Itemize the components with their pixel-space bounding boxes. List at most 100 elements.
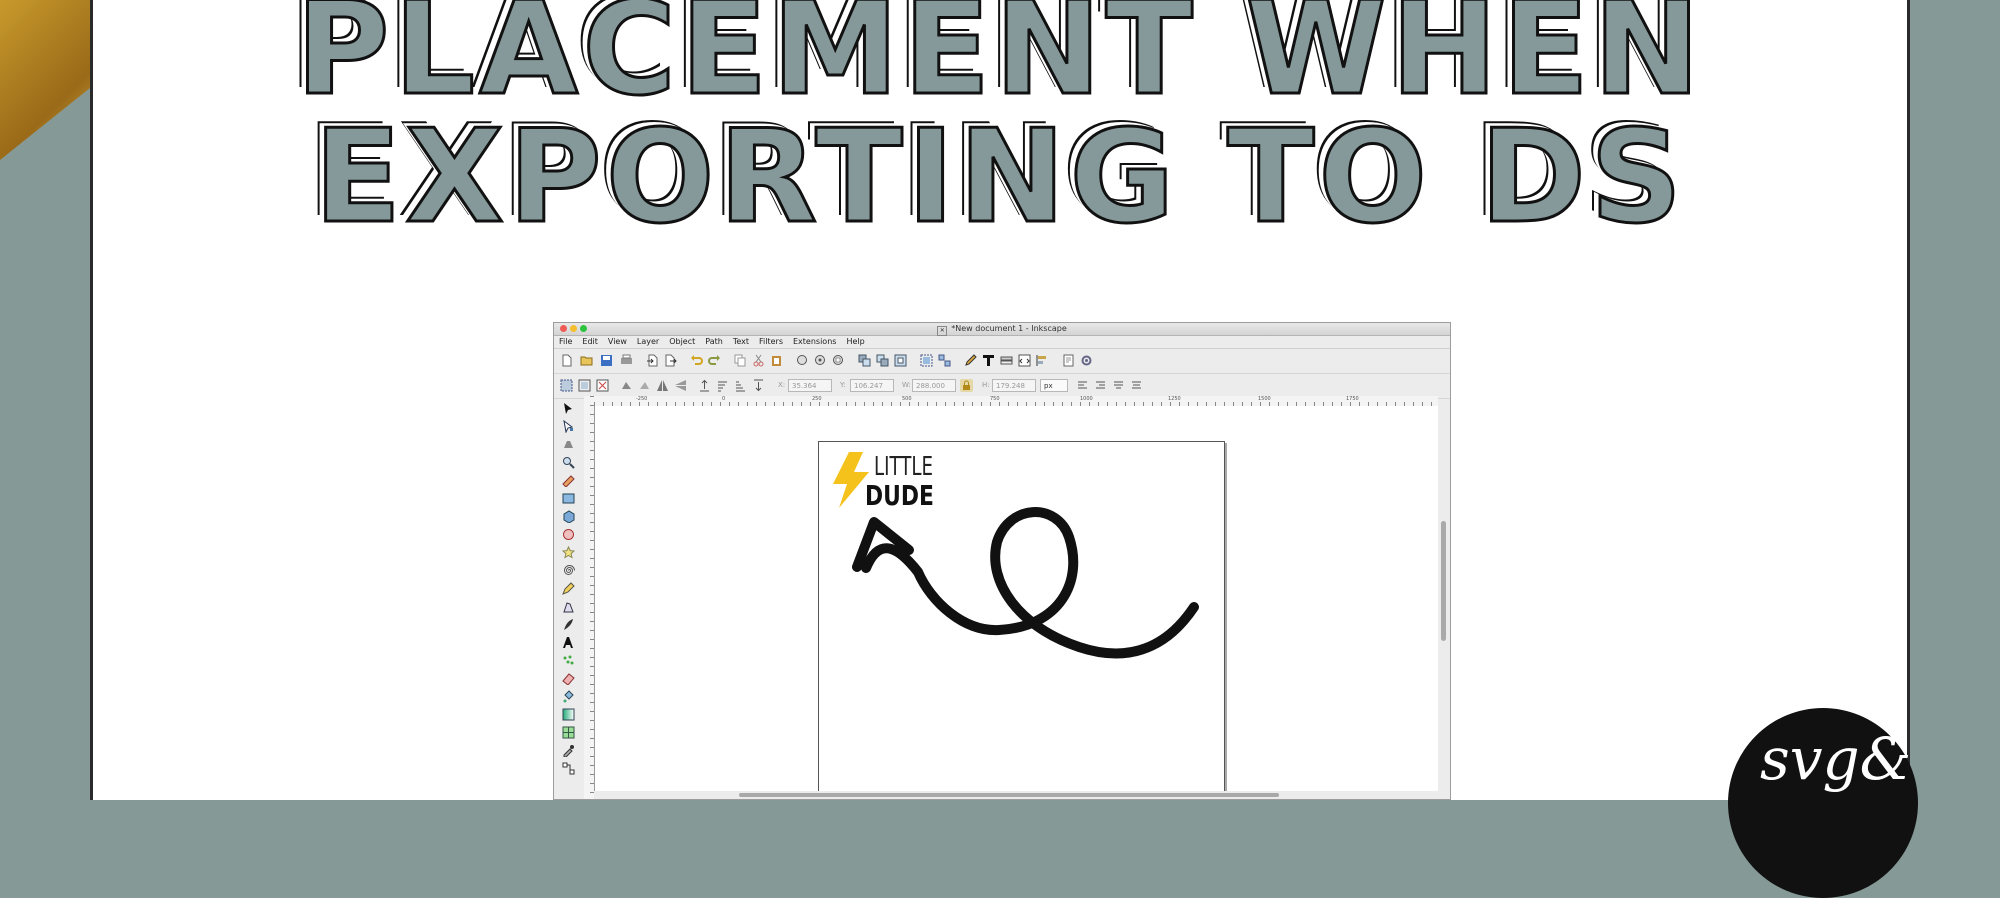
window-title-text: *New document 1 - Inkscape — [951, 324, 1067, 333]
selector-tool-icon[interactable] — [562, 402, 575, 415]
headline-line-2: EXPORTING TO DS — [312, 103, 1687, 252]
flip-horizontal-icon[interactable] — [656, 379, 669, 392]
text-font-icon[interactable] — [982, 354, 995, 367]
group-icon[interactable] — [920, 354, 933, 367]
zoom-selection-icon[interactable] — [796, 354, 809, 367]
menu-layer[interactable]: Layer — [637, 336, 659, 348]
rotate-ccw-icon[interactable] — [620, 379, 633, 392]
cut-icon[interactable] — [752, 354, 765, 367]
menu-file[interactable]: File — [559, 336, 572, 348]
vertical-scrollbar[interactable] — [1438, 406, 1450, 791]
import-icon[interactable] — [646, 354, 659, 367]
text-tool-icon[interactable] — [562, 636, 575, 649]
pencil-tool-icon[interactable] — [562, 582, 575, 595]
rotate-cw-icon[interactable] — [638, 379, 651, 392]
node-tool-icon[interactable] — [562, 420, 575, 433]
dropper-tool-icon[interactable] — [562, 744, 575, 757]
ruler-label: 1750 — [1346, 396, 1359, 402]
scale-stroke-icon[interactable] — [1076, 379, 1089, 392]
document-properties-icon[interactable] — [1062, 354, 1075, 367]
lower-icon[interactable] — [734, 379, 747, 392]
menu-view[interactable]: View — [608, 336, 627, 348]
w-label: W: — [902, 381, 911, 389]
mesh-tool-icon[interactable] — [562, 726, 575, 739]
move-gradients-icon[interactable] — [1112, 379, 1125, 392]
inkscape-window: ✕ *New document 1 - Inkscape File Edit Vi… — [553, 322, 1451, 800]
save-icon[interactable] — [600, 354, 613, 367]
lower-to-bottom-icon[interactable] — [752, 379, 765, 392]
menu-extensions[interactable]: Extensions — [793, 336, 836, 348]
copy-icon[interactable] — [734, 354, 747, 367]
menu-text[interactable]: Text — [733, 336, 749, 348]
x11-icon: ✕ — [937, 326, 948, 336]
measure-tool-icon[interactable] — [562, 474, 575, 487]
height-field[interactable]: 179.248 — [992, 379, 1036, 392]
open-folder-icon[interactable] — [580, 354, 593, 367]
export-icon[interactable] — [664, 354, 677, 367]
paste-icon[interactable] — [770, 354, 783, 367]
menu-edit[interactable]: Edit — [582, 336, 598, 348]
move-patterns-icon[interactable] — [1130, 379, 1143, 392]
spiral-tool-icon[interactable] — [562, 564, 575, 577]
eraser-tool-icon[interactable] — [562, 672, 575, 685]
calligraphy-tool-icon[interactable] — [562, 618, 575, 631]
preferences-icon[interactable] — [1080, 354, 1093, 367]
gradient-tool-icon[interactable] — [562, 708, 575, 721]
ruler-label: 1500 — [1258, 396, 1271, 402]
box-3d-tool-icon[interactable] — [562, 510, 575, 523]
scale-corners-icon[interactable] — [1094, 379, 1107, 392]
xml-editor-icon[interactable] — [1018, 354, 1031, 367]
y-label: Y: — [840, 381, 846, 389]
drawing-canvas[interactable]: LITTLE DUDE — [594, 406, 1438, 799]
x-field[interactable]: 35.364 — [788, 379, 832, 392]
vertical-scroll-thumb[interactable] — [1441, 521, 1446, 641]
unlink-clone-icon[interactable] — [894, 354, 907, 367]
ungroup-icon[interactable] — [938, 354, 951, 367]
unit-select[interactable]: px — [1040, 379, 1068, 392]
layers-icon[interactable] — [1000, 354, 1013, 367]
print-icon[interactable] — [620, 354, 633, 367]
tweak-tool-icon[interactable] — [562, 438, 575, 451]
ruler-label: 750 — [990, 396, 1000, 402]
select-all-icon[interactable] — [560, 379, 573, 392]
fill-stroke-icon[interactable] — [964, 354, 977, 367]
y-field[interactable]: 106.247 — [850, 379, 894, 392]
ruler-label: 1250 — [1168, 396, 1181, 402]
h-label: H: — [982, 381, 990, 389]
brand-badge: svg& — [1728, 708, 1918, 898]
zoom-tool-icon[interactable] — [562, 456, 575, 469]
menu-filters[interactable]: Filters — [759, 336, 783, 348]
spray-tool-icon[interactable] — [562, 654, 575, 667]
new-document-icon[interactable] — [560, 354, 573, 367]
menu-path[interactable]: Path — [705, 336, 723, 348]
clone-icon[interactable] — [876, 354, 889, 367]
horizontal-scrollbar[interactable] — [594, 791, 1438, 799]
zoom-page-icon[interactable] — [832, 354, 845, 367]
logo-text-dude: DUDE — [865, 479, 934, 512]
connector-tool-icon[interactable] — [562, 762, 575, 775]
deselect-icon[interactable] — [596, 379, 609, 392]
ruler-label: 1000 — [1080, 396, 1093, 402]
zoom-drawing-icon[interactable] — [814, 354, 827, 367]
pen-tool-icon[interactable] — [562, 600, 575, 613]
paint-bucket-tool-icon[interactable] — [562, 690, 575, 703]
select-all-layers-icon[interactable] — [578, 379, 591, 392]
raise-icon[interactable] — [716, 379, 729, 392]
raise-to-top-icon[interactable] — [698, 379, 711, 392]
ellipse-tool-icon[interactable] — [562, 528, 575, 541]
headline-line-1: PLACEMENT WHEN — [294, 0, 1705, 124]
rectangle-tool-icon[interactable] — [562, 492, 575, 505]
document-page: LITTLE DUDE — [818, 441, 1225, 799]
flip-vertical-icon[interactable] — [674, 379, 687, 392]
lock-ratio-icon[interactable] — [960, 379, 973, 392]
star-tool-icon[interactable] — [562, 546, 575, 559]
align-distribute-icon[interactable] — [1036, 354, 1049, 367]
menu-help[interactable]: Help — [846, 336, 864, 348]
width-field[interactable]: 288.000 — [912, 379, 956, 392]
duplicate-icon[interactable] — [858, 354, 871, 367]
redo-icon[interactable] — [708, 354, 721, 367]
horizontal-scroll-thumb[interactable] — [739, 793, 1279, 797]
menu-object[interactable]: Object — [669, 336, 695, 348]
undo-icon[interactable] — [690, 354, 703, 367]
commands-toolbar — [554, 349, 1450, 374]
